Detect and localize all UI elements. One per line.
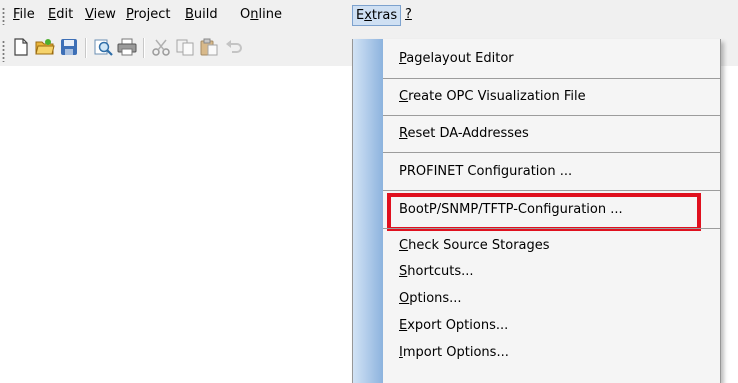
open-folder-icon[interactable] — [34, 36, 56, 58]
menu-item-accel: C — [399, 89, 409, 104]
cut-icon[interactable] — [150, 36, 172, 58]
menu-bar: File Edit View Project Build Online Extr… — [0, 0, 738, 29]
menu-item-profinet-configuration[interactable]: PROFINET Configuration ... — [399, 161, 572, 183]
menu-separator — [383, 115, 720, 116]
menu-extras-accel: x — [364, 8, 372, 23]
menu-build-accel: B — [185, 7, 194, 22]
menu-item-label: mport Options... — [402, 345, 509, 360]
menu-item-label: xport Options... — [407, 318, 509, 333]
menu-view-accel: V — [85, 7, 94, 22]
print-preview-icon[interactable] — [92, 36, 114, 58]
menu-item-label: PROFINET Configuration ... — [399, 164, 573, 179]
menu-edit-accel: E — [48, 7, 57, 22]
menu-project-label: roject — [133, 7, 171, 22]
menu-separator — [383, 78, 720, 79]
menu-project[interactable]: Project — [122, 5, 175, 26]
menu-item-label: ptions... — [409, 291, 462, 306]
menu-online-label: line — [258, 7, 282, 22]
menu-online-label-pre: O — [240, 7, 251, 22]
menu-item-accel: E — [399, 318, 408, 333]
menu-item-pagelayout-editor[interactable]: Pagelayout Editor — [399, 48, 514, 70]
menubar-grip[interactable] — [2, 7, 5, 25]
menu-item-create-opc-visualization-file[interactable]: Create OPC Visualization File — [399, 86, 586, 108]
menu-extras-label: tras — [371, 8, 398, 23]
undo-icon[interactable] — [222, 36, 244, 58]
menu-icon-stripe — [353, 39, 383, 383]
menu-view[interactable]: View — [81, 5, 120, 26]
menu-item-label: reate OPC Visualization File — [408, 89, 586, 104]
new-file-icon[interactable] — [10, 36, 32, 58]
menu-item-accel: C — [399, 238, 409, 253]
menu-online[interactable]: Online — [236, 5, 286, 26]
menu-item-import-options[interactable]: Import Options... — [399, 342, 509, 364]
menu-item-label: heck Source Storages — [408, 238, 550, 253]
menu-item-options[interactable]: Options... — [399, 288, 462, 310]
menu-edit-label: dit — [56, 7, 74, 22]
toolbar-separator — [85, 38, 86, 58]
menu-item-check-source-storages[interactable]: Check Source Storages — [399, 235, 550, 257]
menu-item-label: hortcuts... — [407, 264, 474, 279]
menu-item-export-options[interactable]: Export Options... — [399, 315, 508, 337]
highlight-annotation-box — [387, 193, 701, 231]
menu-item-reset-da-addresses[interactable]: Reset DA-Addresses — [399, 123, 529, 145]
menu-help-accel: ? — [405, 7, 412, 22]
menu-build[interactable]: Build — [181, 5, 222, 26]
menu-file[interactable]: File — [9, 5, 39, 26]
menu-item-shortcuts[interactable]: Shortcuts... — [399, 261, 474, 283]
print-icon[interactable] — [116, 36, 138, 58]
menu-extras-label-pre: E — [356, 8, 365, 23]
menu-file-label: ile — [19, 7, 35, 22]
menu-edit[interactable]: Edit — [44, 5, 77, 26]
menu-item-accel: O — [399, 291, 410, 306]
menu-view-label: iew — [93, 7, 116, 22]
menu-project-accel: P — [126, 7, 134, 22]
menu-extras[interactable]: Extras — [352, 5, 402, 26]
toolbar-separator — [143, 38, 144, 58]
menu-separator — [383, 152, 720, 153]
menu-help[interactable]: ? — [401, 5, 416, 26]
menu-separator — [383, 228, 720, 229]
toolbar-grip[interactable] — [2, 40, 5, 62]
paste-icon[interactable] — [198, 36, 220, 58]
menu-item-label: eset DA-Addresses — [407, 126, 529, 141]
menu-separator — [383, 190, 720, 191]
extras-dropdown-menu: Pagelayout Editor Create OPC Visualizati… — [352, 39, 721, 383]
save-icon[interactable] — [58, 36, 80, 58]
copy-icon[interactable] — [174, 36, 196, 58]
menu-build-label: uild — [193, 7, 218, 22]
menu-item-label: agelayout Editor — [406, 51, 514, 66]
